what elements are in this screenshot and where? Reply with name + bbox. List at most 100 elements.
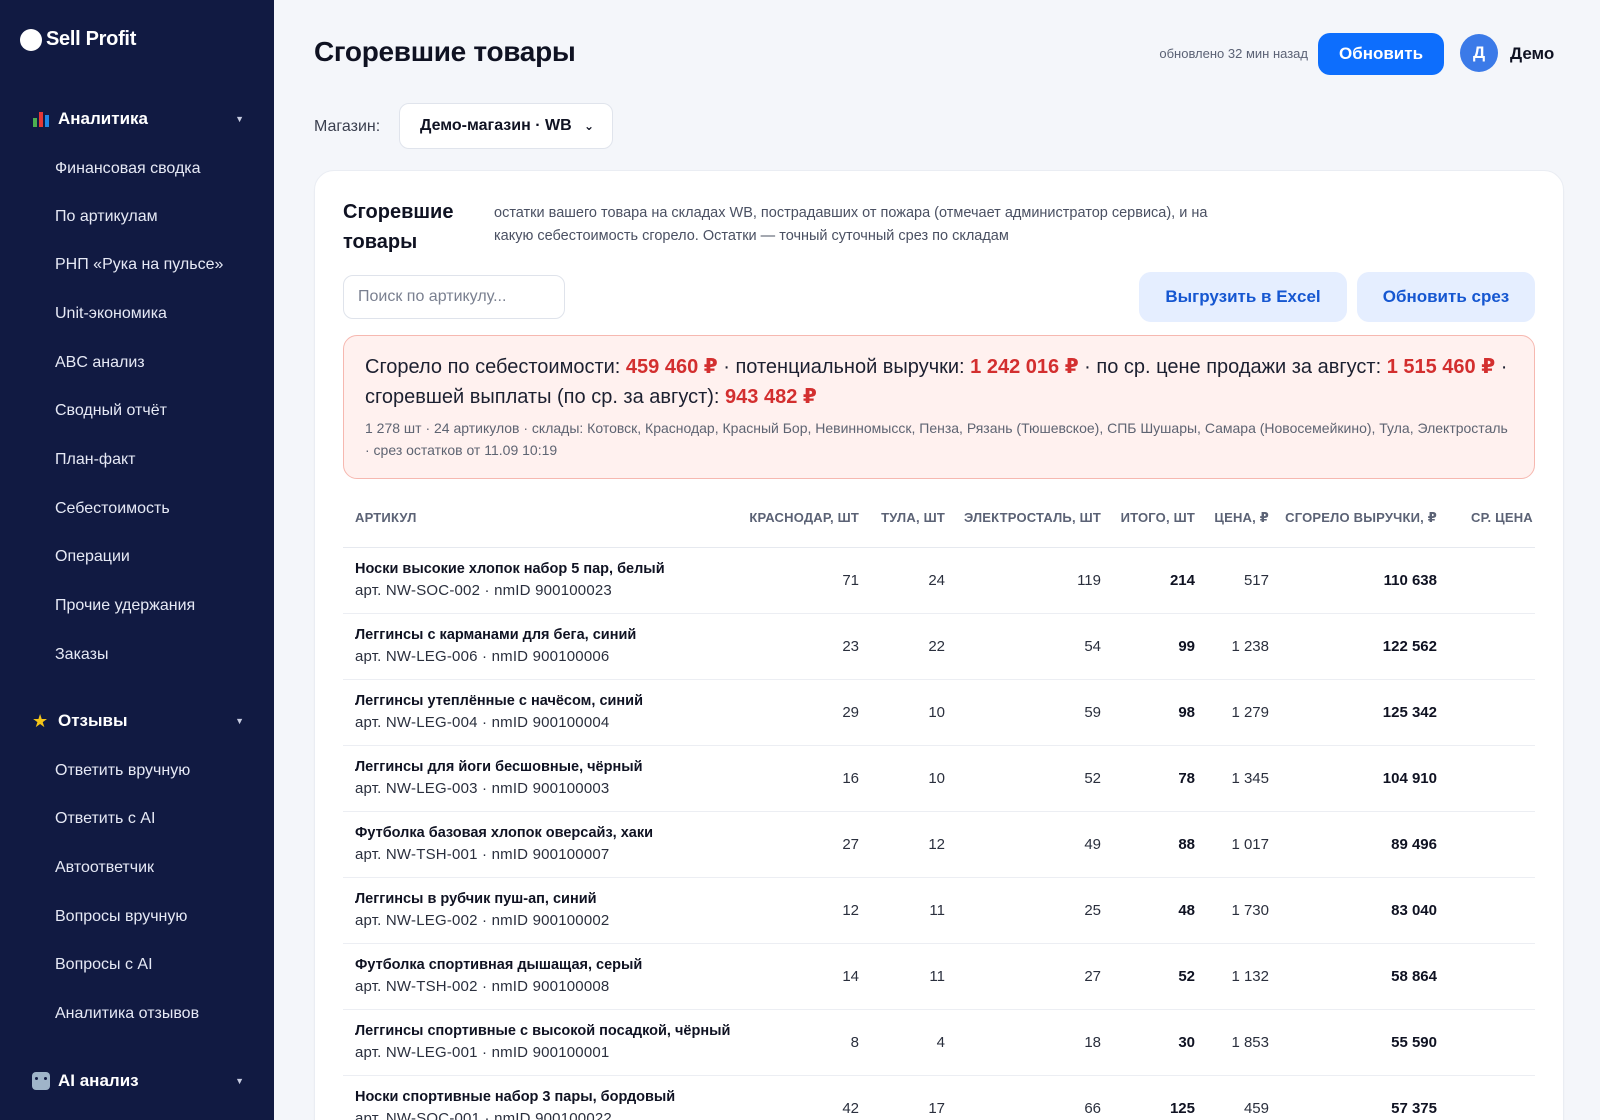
table-row[interactable]: Носки спортивные набор 3 пары, бордовый … (343, 1075, 1535, 1120)
table-row[interactable]: Леггинсы для йоги бесшовные, чёрный арт.… (343, 745, 1535, 812)
sidebar-section-label: AI анализ (58, 1071, 139, 1090)
burned-revenue-cell: 104 910 (1281, 745, 1449, 812)
summary-cost-value: 459 460 ₽ (625, 356, 718, 378)
summary-alert: Сгорело по себестоимости: 459 460 ₽ · по… (343, 335, 1535, 479)
article-cell: Леггинсы для йоги бесшовные, чёрный арт.… (343, 745, 747, 812)
price-cell: 1 017 (1207, 811, 1281, 878)
krasnodar-cell: 8 (747, 1009, 871, 1076)
table-header-row: Артикул Краснодар, шт Тула, шт Электрост… (343, 489, 1535, 548)
sidebar-item-questions-manual[interactable]: Вопросы вручную (55, 908, 187, 926)
sidebar-item-abc-analysis[interactable]: ABC анализ (55, 354, 145, 372)
sidebar-item-questions-ai[interactable]: Вопросы с AI (55, 956, 153, 974)
price-cell: 1 730 (1207, 877, 1281, 944)
total-cell: 48 (1113, 877, 1207, 944)
column-header-article[interactable]: Артикул (343, 489, 747, 548)
table-row[interactable]: Футболка спортивная дышащая, серый арт. … (343, 943, 1535, 1010)
card-description: остатки вашего товара на складах WB, пос… (494, 205, 1208, 244)
avg-price-cell (1449, 679, 1535, 746)
sidebar-item-financial-summary[interactable]: Финансовая сводка (55, 160, 201, 178)
price-cell: 1 238 (1207, 613, 1281, 680)
column-header-krasnodar[interactable]: Краснодар, шт (747, 489, 871, 548)
sidebar-section-reviews[interactable]: ★ Отзывы ▼ (32, 711, 244, 731)
chevron-down-icon: ⌄ (583, 119, 594, 133)
total-cell: 88 (1113, 811, 1207, 878)
column-header-avg-price[interactable]: Ср. цена (1449, 489, 1535, 548)
elektrostal-cell: 49 (957, 811, 1113, 878)
sidebar-section-label: Аналитика (58, 109, 148, 128)
sidebar-item-summary-report[interactable]: Сводный отчёт (55, 402, 167, 420)
sidebar-item-reply-ai[interactable]: Ответить с AI (55, 810, 155, 828)
burned-revenue-cell: 58 864 (1281, 943, 1449, 1010)
summary-revenue-label: · потенциальной выручки: (717, 356, 971, 378)
avg-price-cell (1449, 943, 1535, 1010)
table-row[interactable]: Носки высокие хлопок набор 5 пар, белый … (343, 547, 1535, 614)
store-select[interactable]: Демо-магазин · WB ⌄ (399, 103, 613, 149)
tula-cell: 12 (871, 811, 957, 878)
store-label: Магазин: (314, 118, 381, 135)
column-header-burned-revenue[interactable]: Сгорело выручки, ₽ (1281, 489, 1449, 548)
table-row[interactable]: Футболка базовая хлопок оверсайз, хаки а… (343, 811, 1535, 878)
burned-goods-table: Артикул Краснодар, шт Тула, шт Электрост… (343, 489, 1535, 1120)
total-cell: 78 (1113, 745, 1207, 812)
refresh-slice-button[interactable]: Обновить срез (1357, 272, 1535, 322)
column-header-price[interactable]: Цена, ₽ (1207, 489, 1281, 548)
avg-price-cell (1449, 547, 1535, 614)
tula-cell: 11 (871, 877, 957, 944)
summary-meta: 1 278 шт · 24 артикулов · склады: Котовс… (365, 420, 1508, 458)
product-name: Леггинсы утеплённые с начёсом, синий (355, 693, 644, 709)
sidebar-section-label: Отзывы (58, 711, 128, 730)
product-name: Футболка базовая хлопок оверсайз, хаки (355, 825, 654, 841)
product-name: Леггинсы в рубчик пуш-ап, синий (355, 891, 597, 907)
store-selected-value: Демо-магазин · WB (420, 117, 572, 134)
krasnodar-cell: 71 (747, 547, 871, 614)
summary-text: Сгорело по себестоимости: 459 460 ₽ · по… (365, 352, 1514, 412)
export-excel-button[interactable]: Выгрузить в Excel (1139, 272, 1347, 322)
elektrostal-cell: 18 (957, 1009, 1113, 1076)
price-cell: 1 853 (1207, 1009, 1281, 1076)
sidebar-item-cost-price[interactable]: Себестоимость (55, 500, 170, 518)
product-sku: арт. NW-SOC-002 · nmID 900100023 (355, 582, 612, 599)
product-sku: арт. NW-TSH-002 · nmID 900100008 (355, 978, 610, 995)
burned-goods-table-wrap[interactable]: Артикул Краснодар, шт Тула, шт Электрост… (343, 489, 1535, 1120)
table-row[interactable]: Леггинсы спортивные с высокой посадкой, … (343, 1009, 1535, 1076)
column-header-elektrostal[interactable]: Электросталь, шт (957, 489, 1113, 548)
refresh-button[interactable]: Обновить (1318, 33, 1444, 75)
price-cell: 459 (1207, 1075, 1281, 1120)
tula-cell: 11 (871, 943, 957, 1010)
krasnodar-cell: 42 (747, 1075, 871, 1120)
sidebar-item-other-deductions[interactable]: Прочие удержания (55, 597, 195, 615)
sidebar: Sell Profit Аналитика ▼ Финансовая сводк… (0, 0, 274, 1120)
table-row[interactable]: Леггинсы в рубчик пуш-ап, синий арт. NW-… (343, 877, 1535, 944)
sidebar-item-operations[interactable]: Операции (55, 548, 130, 566)
sidebar-item-autoresponder[interactable]: Автоответчик (55, 859, 154, 877)
column-header-tula[interactable]: Тула, шт (871, 489, 957, 548)
price-cell: 1 279 (1207, 679, 1281, 746)
article-cell: Леггинсы с карманами для бега, синий арт… (343, 613, 747, 680)
table-row[interactable]: Леггинсы утеплённые с начёсом, синий арт… (343, 679, 1535, 746)
sidebar-item-by-article[interactable]: По артикулам (55, 208, 158, 226)
krasnodar-cell: 16 (747, 745, 871, 812)
sidebar-item-rnp[interactable]: РНП «Рука на пульсе» (55, 256, 223, 274)
sidebar-item-unit-economics[interactable]: Unit-экономика (55, 305, 167, 323)
product-sku: арт. NW-TSH-001 · nmID 900100007 (355, 846, 610, 863)
sidebar-section-ai-analysis[interactable]: AI анализ ▼ (32, 1071, 244, 1091)
chevron-down-icon: ▼ (235, 1076, 244, 1086)
avatar[interactable]: Д (1460, 34, 1498, 72)
sidebar-item-orders[interactable]: Заказы (55, 646, 108, 664)
sidebar-item-review-analytics[interactable]: Аналитика отзывов (55, 1005, 199, 1023)
total-cell: 98 (1113, 679, 1207, 746)
sidebar-item-reply-manual[interactable]: Ответить вручную (55, 762, 190, 780)
column-header-total[interactable]: Итого, шт (1113, 489, 1207, 548)
table-row[interactable]: Леггинсы с карманами для бега, синий арт… (343, 613, 1535, 680)
elektrostal-cell: 66 (957, 1075, 1113, 1120)
product-name: Носки высокие хлопок набор 5 пар, белый (355, 561, 665, 577)
krasnodar-cell: 29 (747, 679, 871, 746)
summary-cost-label: Сгорело по себестоимости: (365, 356, 626, 378)
user-name[interactable]: Демо (1510, 44, 1554, 64)
search-input[interactable] (343, 275, 565, 319)
sidebar-section-analytics[interactable]: Аналитика ▼ (32, 109, 244, 129)
total-cell: 99 (1113, 613, 1207, 680)
burned-revenue-cell: 89 496 (1281, 811, 1449, 878)
brand-logo[interactable]: Sell Profit (20, 28, 136, 51)
sidebar-item-plan-fact[interactable]: План-факт (55, 451, 135, 469)
